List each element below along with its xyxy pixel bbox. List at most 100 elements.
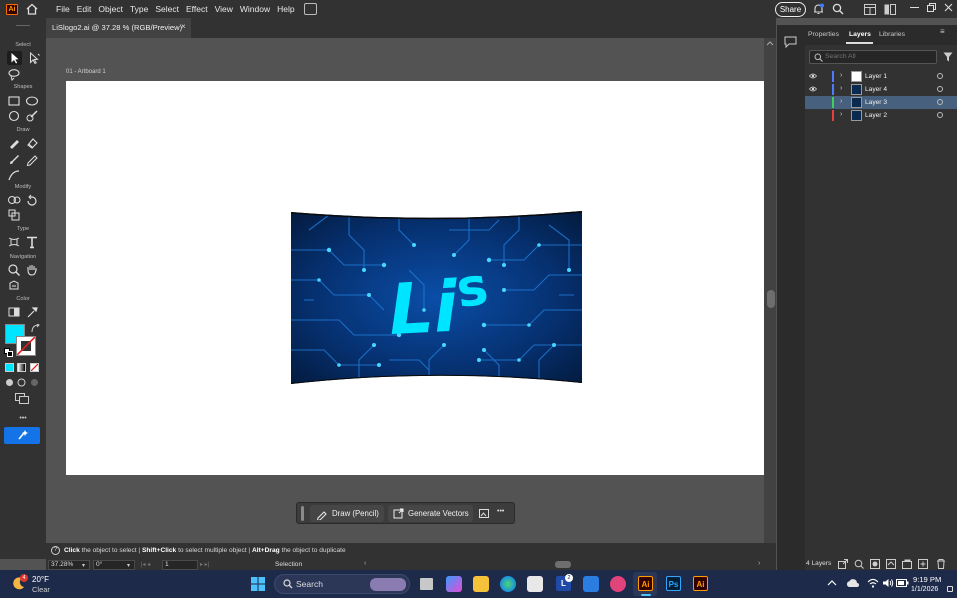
hand-tool-icon[interactable] [25, 263, 39, 277]
volume-icon[interactable] [882, 578, 894, 588]
generative-ai-button[interactable] [4, 427, 40, 444]
eye-hidden-icon[interactable] [809, 112, 817, 118]
draw-normal-icon[interactable] [5, 378, 14, 387]
vertical-scroll-thumb[interactable] [767, 290, 775, 308]
target-icon[interactable] [937, 112, 943, 118]
taskbar-illustrator-2-icon[interactable]: Ai [693, 576, 708, 591]
draw-inside-icon[interactable] [30, 378, 39, 387]
file-explorer-icon[interactable] [473, 576, 489, 592]
shape-builder-icon[interactable] [7, 109, 21, 123]
gradient-tool-icon[interactable] [7, 305, 21, 319]
eraser-tool-icon[interactable] [25, 136, 39, 150]
first-artboard-icon[interactable]: |◂ ◂ [141, 561, 150, 568]
panels-icon[interactable] [884, 4, 896, 15]
outlook-icon[interactable] [583, 576, 599, 592]
more-options-icon[interactable]: ••• [497, 508, 504, 515]
store-icon[interactable] [527, 576, 543, 592]
none-mode-icon[interactable] [30, 363, 39, 372]
menu-object[interactable]: Object [98, 0, 128, 18]
ellipse-tool-icon[interactable] [25, 94, 39, 108]
taskbar-illustrator-icon[interactable]: Ai [638, 576, 653, 591]
zoom-dropdown-icon[interactable]: ▾ [82, 562, 85, 569]
generate-vectors-button[interactable]: Generate Vectors [388, 505, 473, 522]
chevron-right-icon[interactable]: › [840, 85, 842, 92]
tab-layers[interactable]: Layers [849, 31, 871, 38]
workspace-icon[interactable] [864, 4, 876, 15]
show-hidden-icons[interactable] [827, 579, 837, 587]
filter-icon[interactable] [943, 52, 953, 62]
scale-tool-icon[interactable] [7, 208, 21, 222]
artboard-number-field[interactable]: 1 [162, 560, 198, 570]
photos-icon[interactable] [610, 576, 626, 592]
zoom-tool-icon[interactable] [7, 263, 21, 277]
menu-view[interactable]: View [215, 0, 238, 18]
eyedropper-tool-icon[interactable] [25, 305, 39, 319]
rotate-tool-icon[interactable] [25, 193, 39, 207]
menu-window[interactable]: Window [240, 0, 275, 18]
paintbrush-tool-icon[interactable] [7, 152, 21, 166]
minimize-icon[interactable] [910, 7, 919, 9]
gradient-mode-icon[interactable] [17, 363, 26, 372]
restore-icon[interactable] [927, 3, 936, 12]
toolbar-grip[interactable] [16, 25, 30, 26]
target-icon[interactable] [937, 99, 943, 105]
menu-type[interactable]: Type [130, 0, 153, 18]
pen-tool-icon[interactable] [7, 136, 21, 150]
menu-select[interactable]: Select [155, 0, 184, 18]
create-sublayer-icon[interactable] [886, 559, 896, 569]
eye-icon[interactable] [809, 86, 817, 92]
bell-icon[interactable] [813, 3, 824, 15]
curvature-tool-icon[interactable] [7, 168, 21, 182]
layer-row[interactable]: › Layer 4 [805, 83, 957, 96]
eye-icon[interactable] [809, 73, 817, 79]
image-trace-icon[interactable] [479, 508, 490, 519]
copilot-icon[interactable] [446, 576, 462, 592]
weather-description[interactable]: Clear [32, 585, 50, 594]
close-window-icon[interactable] [944, 3, 953, 12]
menu-effect[interactable]: Effect [186, 0, 213, 18]
comments-icon[interactable] [784, 36, 797, 48]
target-icon[interactable] [937, 73, 943, 79]
scroll-left-icon[interactable]: ‹ [364, 560, 366, 567]
horizontal-scroll-thumb[interactable] [555, 561, 571, 568]
chevron-right-icon[interactable]: › [840, 111, 842, 118]
stroke-color-swatch[interactable] [16, 336, 36, 356]
artboard-label[interactable]: 01 - Artboard 1 [66, 69, 106, 75]
layer-row[interactable]: › Layer 2 [805, 109, 957, 122]
screen-mode-icon[interactable] [15, 393, 29, 404]
layer-row[interactable]: › Layer 3 [805, 96, 957, 109]
battery-icon[interactable] [896, 579, 909, 587]
start-icon[interactable] [251, 577, 265, 591]
swap-colors-icon[interactable] [31, 324, 40, 333]
color-mode-icon[interactable] [5, 363, 14, 372]
edit-toolbar-icon[interactable]: ••• [0, 415, 46, 422]
edge-icon[interactable] [500, 576, 516, 592]
close-tab-icon[interactable]: × [181, 22, 186, 31]
eye-hidden-icon[interactable] [809, 99, 817, 105]
make-clipping-mask-icon[interactable] [870, 559, 880, 569]
help-icon[interactable]: ? [51, 546, 60, 555]
rotate-view-icon[interactable] [7, 278, 21, 292]
clock-date[interactable]: 1/1/2026 [911, 586, 938, 593]
new-layer-icon[interactable] [918, 559, 928, 569]
share-button[interactable]: Share [775, 2, 806, 17]
delete-layer-icon[interactable] [936, 559, 946, 569]
task-bar-grip[interactable] [301, 506, 304, 521]
locate-object-icon[interactable] [854, 559, 864, 569]
create-new-layer-group-icon[interactable] [902, 559, 912, 569]
task-view-icon[interactable] [420, 578, 433, 590]
rotation-dropdown-icon[interactable]: ▾ [127, 562, 130, 569]
arrange-documents-icon[interactable] [304, 3, 317, 15]
wifi-icon[interactable] [867, 578, 879, 588]
menu-help[interactable]: Help [277, 0, 299, 18]
clock-time[interactable]: 9:19 PM [913, 575, 941, 584]
menu-file[interactable]: File [56, 0, 75, 18]
layer-row[interactable]: › Layer 1 [805, 70, 957, 83]
tab-libraries[interactable]: Libraries [879, 31, 905, 38]
notification-icon[interactable] [947, 586, 953, 592]
lasso-tool-icon[interactable] [7, 68, 21, 82]
search-icon[interactable] [832, 3, 844, 15]
logo-artwork[interactable]: Li s [289, 210, 584, 386]
target-icon[interactable] [937, 86, 943, 92]
weather-temperature[interactable]: 20°F [32, 575, 49, 584]
